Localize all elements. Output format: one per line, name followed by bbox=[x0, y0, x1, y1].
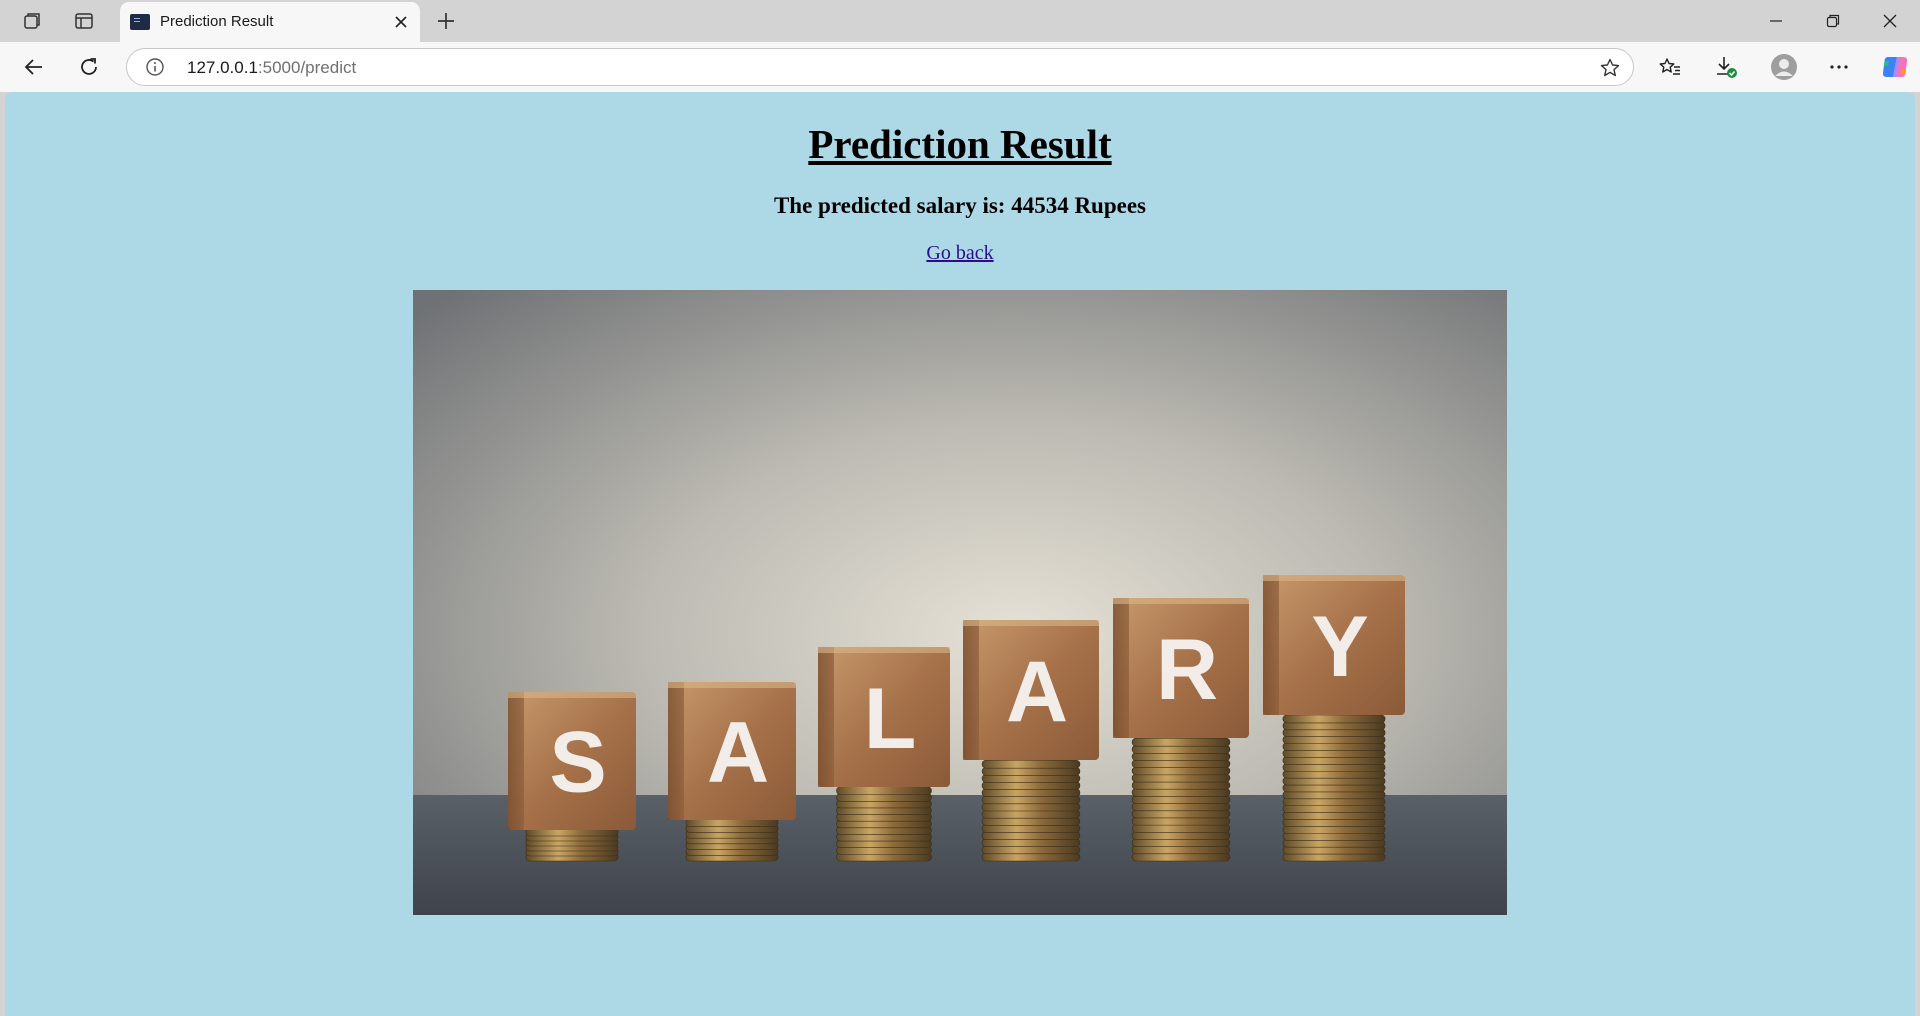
salary-blocks-image: SALARY bbox=[413, 290, 1507, 915]
url-text[interactable]: 127.0.0.1:5000/predict bbox=[187, 58, 356, 78]
vertical-tabs-icon[interactable] bbox=[64, 6, 104, 36]
letter-block: A bbox=[963, 620, 1099, 760]
url-host: 127.0.0.1 bbox=[187, 58, 258, 77]
go-back-link[interactable]: Go back bbox=[926, 242, 993, 264]
back-arrow-icon[interactable] bbox=[14, 48, 54, 86]
predicted-salary-text: The predicted salary is: 44534 Rupees bbox=[773, 193, 1147, 218]
browser-toolbar: 127.0.0.1:5000/predict bbox=[0, 42, 1920, 92]
letter-block: L bbox=[818, 647, 950, 787]
workspaces-icon[interactable] bbox=[12, 6, 52, 36]
favorite-star-icon[interactable] bbox=[1597, 55, 1623, 81]
more-options-icon[interactable] bbox=[1819, 48, 1859, 86]
block-letter: A bbox=[707, 704, 769, 800]
block-letter: S bbox=[549, 714, 606, 810]
coin-stack bbox=[1131, 737, 1231, 862]
letter-block: S bbox=[508, 692, 636, 830]
coin-stack bbox=[685, 818, 779, 862]
coin-stack bbox=[981, 759, 1081, 862]
terminal-favicon-icon bbox=[130, 14, 150, 30]
address-bar[interactable]: 127.0.0.1:5000/predict bbox=[126, 48, 1634, 86]
block-letter: Y bbox=[1311, 599, 1368, 695]
reload-icon[interactable] bbox=[69, 48, 109, 86]
block-letter: A bbox=[1006, 644, 1068, 740]
downloads-icon[interactable] bbox=[1706, 48, 1746, 86]
close-tab-icon[interactable] bbox=[388, 9, 414, 35]
new-tab-icon[interactable] bbox=[426, 6, 466, 36]
letter-block: A bbox=[668, 682, 796, 820]
copilot-icon[interactable] bbox=[1875, 48, 1915, 86]
active-tab[interactable]: Prediction Result bbox=[120, 2, 420, 42]
url-path: :5000/predict bbox=[257, 58, 357, 77]
salary-blocks-illustration: SALARY bbox=[413, 290, 1507, 915]
coin-stack bbox=[836, 786, 932, 862]
site-info-icon[interactable] bbox=[145, 57, 165, 77]
back-link-row: Go back bbox=[5, 242, 1915, 265]
page-title: Prediction Result bbox=[808, 121, 1112, 167]
coin-stack bbox=[1282, 714, 1386, 862]
profile-avatar-icon[interactable] bbox=[1764, 48, 1804, 86]
block-letter: L bbox=[864, 671, 917, 767]
letter-block: R bbox=[1113, 598, 1249, 738]
letter-block: Y bbox=[1263, 575, 1405, 715]
page-viewport: Prediction Result The predicted salary i… bbox=[5, 92, 1915, 1016]
tab-strip: Prediction Result bbox=[0, 0, 1920, 42]
close-window-icon[interactable] bbox=[1862, 0, 1918, 42]
coin-stack bbox=[525, 827, 619, 862]
block-letter: R bbox=[1156, 622, 1218, 718]
minimize-icon[interactable] bbox=[1748, 0, 1804, 42]
restore-icon[interactable] bbox=[1805, 0, 1861, 42]
tab-title: Prediction Result bbox=[160, 13, 274, 30]
favorites-icon[interactable] bbox=[1650, 48, 1690, 86]
